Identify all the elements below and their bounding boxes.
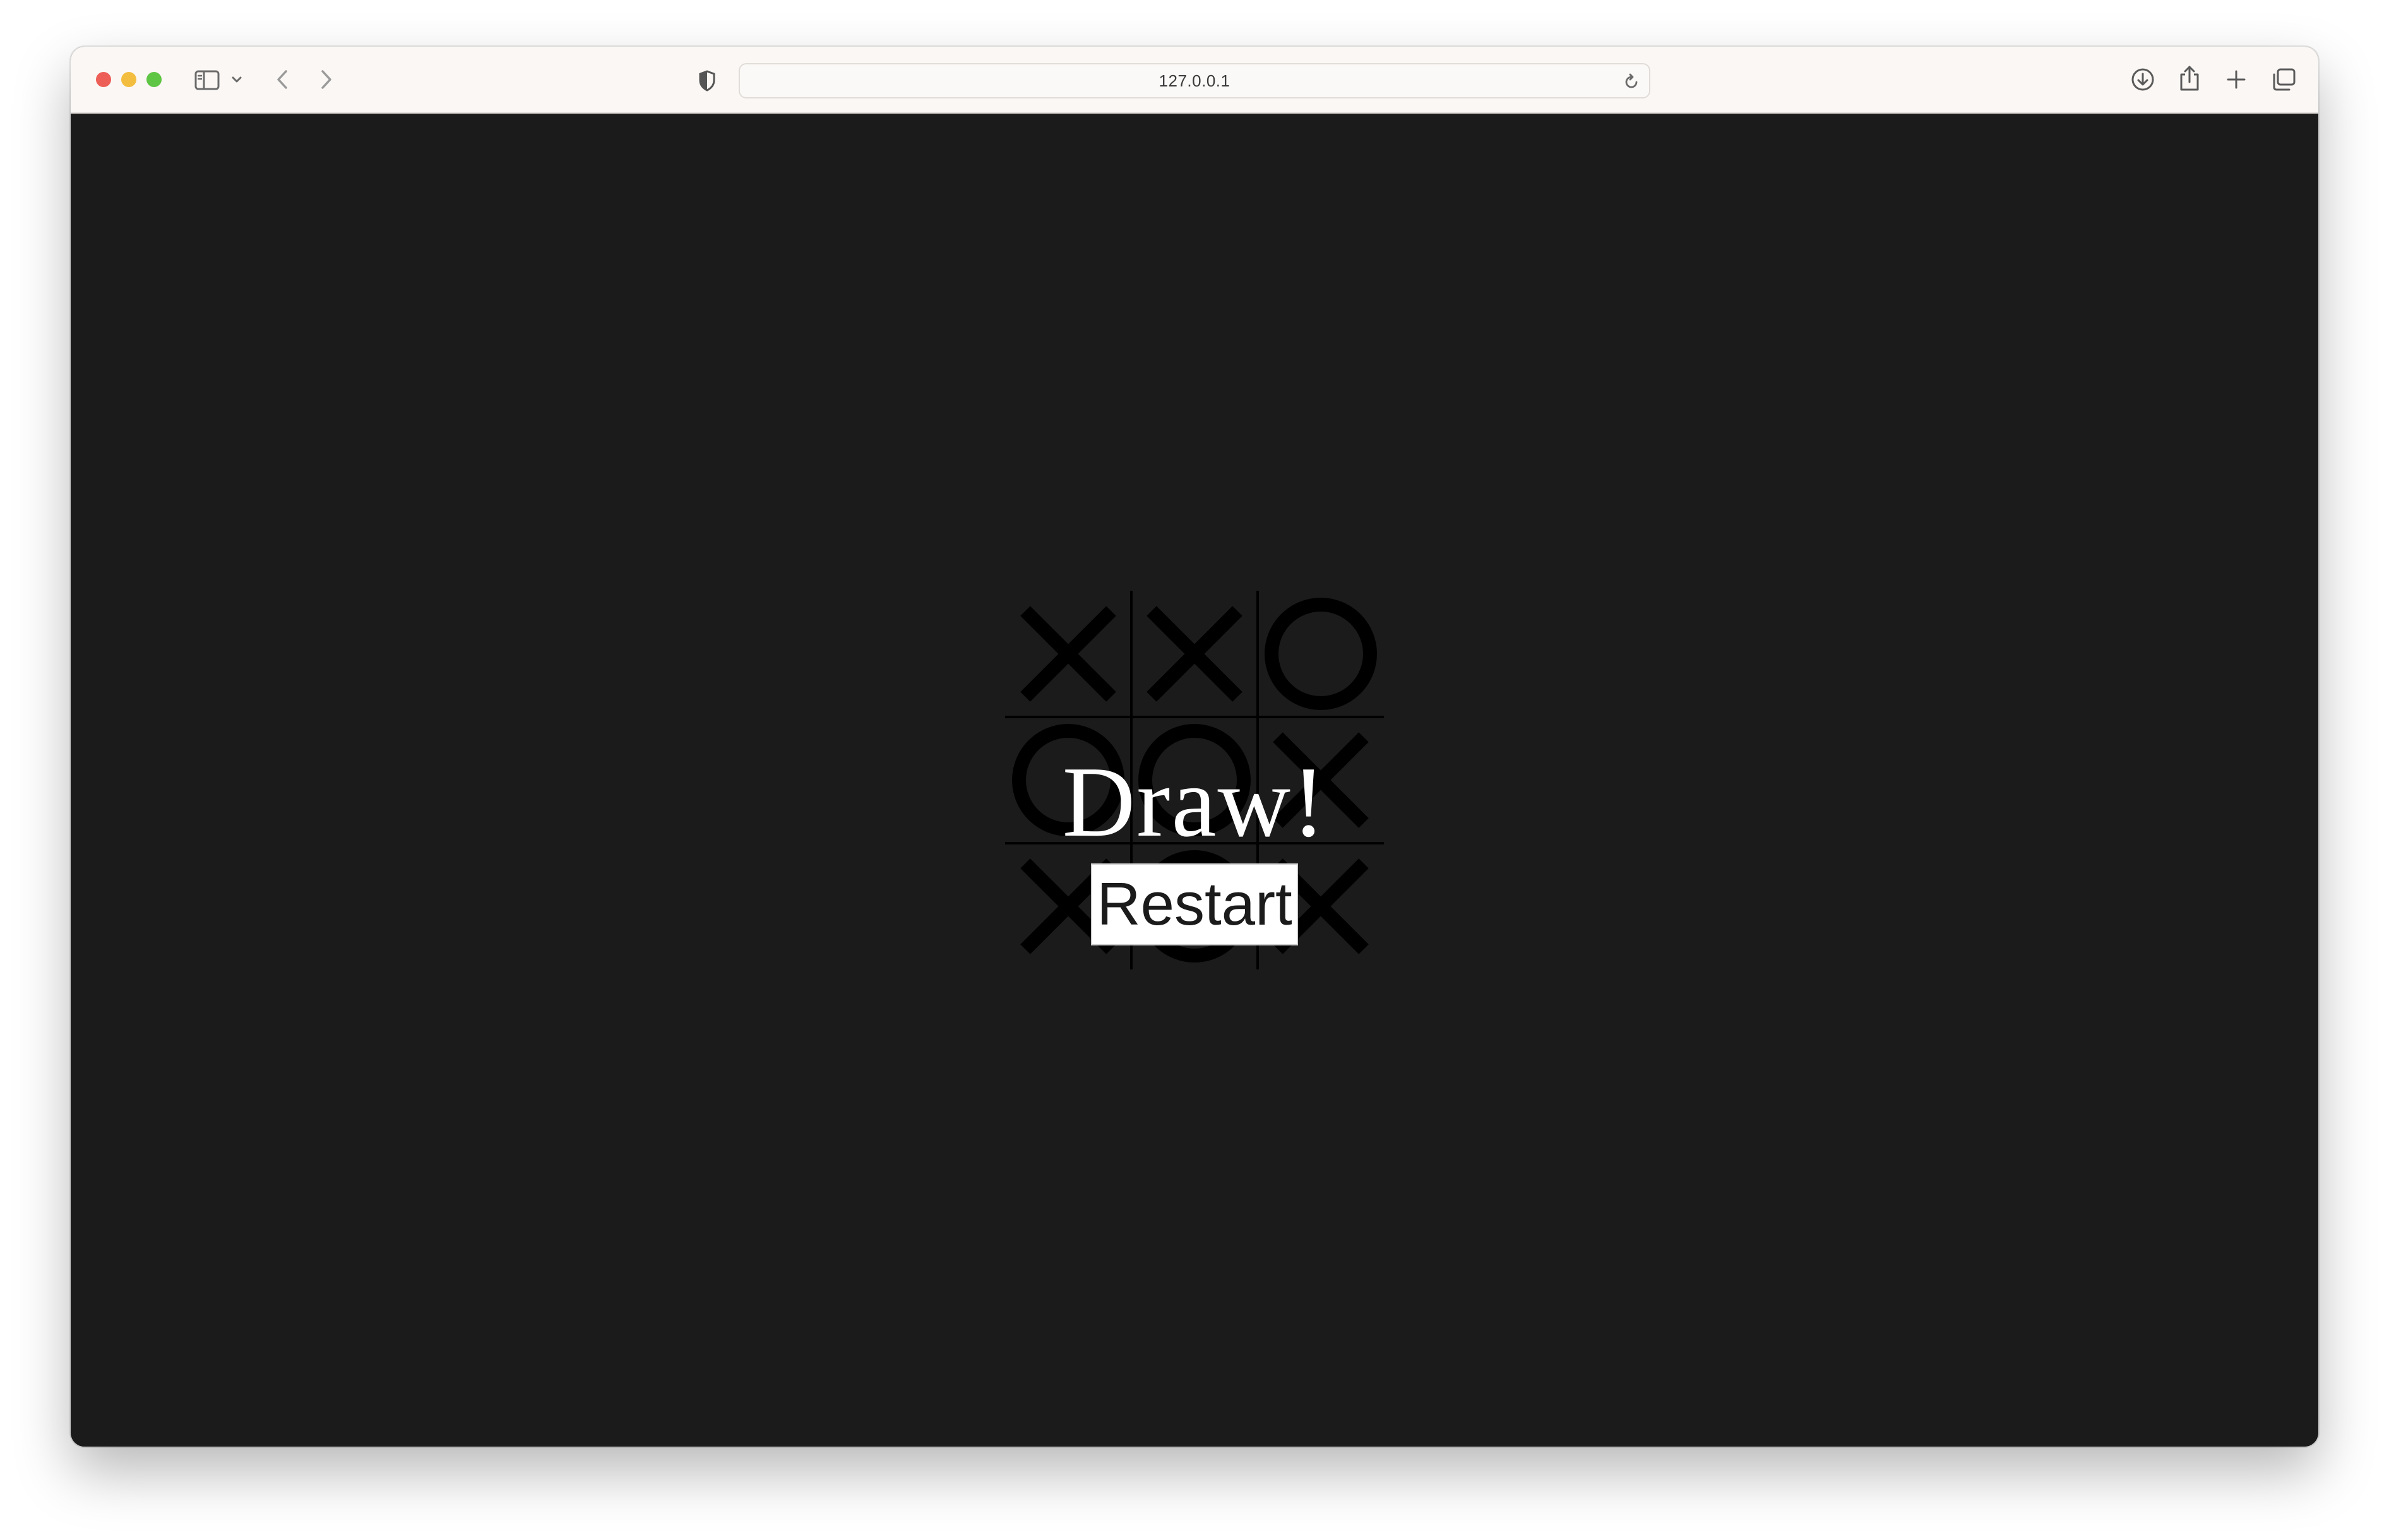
share-icon[interactable] bbox=[2176, 63, 2203, 93]
address-bar[interactable]: 127.0.0.1 bbox=[739, 63, 1650, 98]
back-arrow-icon[interactable] bbox=[271, 67, 293, 92]
o-mark-icon bbox=[1265, 598, 1377, 710]
reload-icon[interactable] bbox=[1621, 71, 1641, 92]
download-icon[interactable] bbox=[2129, 66, 2157, 93]
tabs-overview-icon[interactable] bbox=[2269, 66, 2298, 93]
board-cell-0-1[interactable] bbox=[1131, 591, 1258, 717]
x-mark-icon bbox=[1020, 606, 1116, 702]
plus-icon[interactable] bbox=[2222, 66, 2250, 93]
browser-toolbar: 127.0.0.1 bbox=[71, 47, 2318, 114]
board-cell-0-2[interactable] bbox=[1258, 591, 1384, 717]
minimize-window-button[interactable] bbox=[121, 72, 136, 87]
address-text: 127.0.0.1 bbox=[1159, 71, 1230, 90]
result-message: Draw! bbox=[1062, 745, 1327, 858]
sidebar-icon[interactable] bbox=[193, 68, 221, 92]
forward-arrow-icon[interactable] bbox=[316, 67, 337, 92]
page-content: Draw! Restart bbox=[71, 114, 2318, 1447]
board-cell-0-0[interactable] bbox=[1005, 591, 1131, 717]
browser-window: 127.0.0.1 Draw! Restart bbox=[71, 47, 2318, 1447]
privacy-shield-icon[interactable] bbox=[696, 68, 718, 93]
close-window-button[interactable] bbox=[96, 72, 111, 87]
x-mark-icon bbox=[1147, 606, 1242, 702]
maximize-window-button[interactable] bbox=[146, 72, 162, 87]
restart-button[interactable]: Restart bbox=[1091, 863, 1298, 945]
chevron-down-icon[interactable] bbox=[230, 72, 244, 87]
